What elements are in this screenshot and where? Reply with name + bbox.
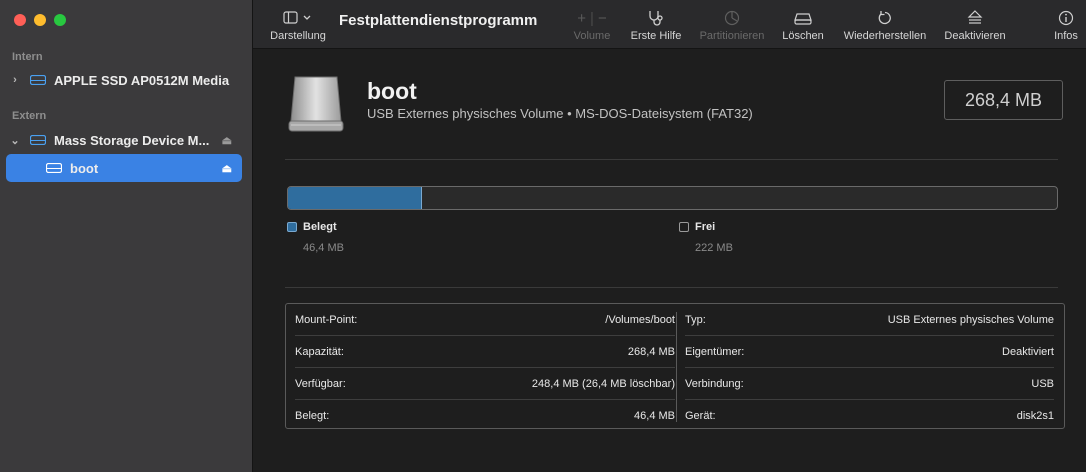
volume-drive-icon xyxy=(288,76,344,132)
toolbar: Darstellung Festplattendienstprogramm + |… xyxy=(253,0,1086,49)
erase-disk-icon xyxy=(794,13,812,25)
volume-description: USB Externes physisches Volume • MS-DOS-… xyxy=(367,106,753,121)
details-table: Mount-Point:/Volumes/boot Kapazität: 268,… xyxy=(285,303,1065,429)
details-left-column: Mount-Point:/Volumes/boot Kapazität: 268,… xyxy=(295,304,675,431)
sidebar-item-apple-ssd[interactable]: › APPLE SSD AP0512M Media xyxy=(6,66,242,94)
free-label: Frei xyxy=(695,221,716,233)
info-label: Infos xyxy=(1054,30,1078,42)
volume-icon xyxy=(46,163,62,173)
close-window-button[interactable] xyxy=(14,14,26,26)
sidebar: Intern › APPLE SSD AP0512M Media Extern … xyxy=(0,0,253,472)
used-label: Belegt xyxy=(303,221,337,233)
divider xyxy=(285,159,1058,160)
pie-chart-icon xyxy=(724,10,740,26)
first-aid-button[interactable]: Erste Hilfe xyxy=(627,0,685,48)
free-value: 222 MB xyxy=(695,242,733,254)
sidebar-section-external: Extern xyxy=(12,110,47,122)
volume-label: Volume xyxy=(573,30,611,42)
legend-free: Frei 222 MB xyxy=(679,221,733,254)
view-label: Darstellung xyxy=(270,30,326,42)
restore-button[interactable]: Wiederherstellen xyxy=(837,0,933,48)
main-panel: boot USB Externes physisches Volume • MS… xyxy=(253,49,1086,472)
detail-row-device: Gerät: disk2s1 xyxy=(685,409,1054,422)
partition-label: Partitionieren xyxy=(699,30,765,42)
legend-used: Belegt 46,4 MB xyxy=(287,221,344,254)
detail-row-available: Verfügbar: 248,4 MB (26,4 MB löschbar) xyxy=(295,368,675,400)
detail-row-capacity: Kapazität: 268,4 MB xyxy=(295,336,675,368)
detail-row-type: Typ: USB Externes physisches Volume xyxy=(685,304,1054,336)
chevron-right-icon[interactable]: › xyxy=(10,74,20,86)
eject-icon[interactable]: ⏏ xyxy=(222,134,232,147)
column-separator xyxy=(676,312,677,422)
stethoscope-icon xyxy=(649,11,663,26)
used-value: 46,4 MB xyxy=(303,242,344,254)
detail-row-used: Belegt: 46,4 MB xyxy=(295,409,675,422)
minus-icon: − xyxy=(597,9,607,27)
first-aid-label: Erste Hilfe xyxy=(630,30,682,42)
view-button[interactable]: Darstellung xyxy=(267,0,329,48)
restore-label: Wiederherstellen xyxy=(843,30,927,42)
app-title: Festplattendienstprogramm xyxy=(339,12,538,29)
partition-button[interactable]: Partitionieren xyxy=(695,0,769,48)
eject-icon[interactable]: ⏏ xyxy=(222,162,232,175)
usage-bar-used xyxy=(288,187,423,209)
zoom-window-button[interactable] xyxy=(54,14,66,26)
sidebar-item-label: boot xyxy=(70,160,99,176)
volume-size-box: 268,4 MB xyxy=(944,80,1063,120)
sidebar-item-mass-storage[interactable]: ⌄ Mass Storage Device M... ⏏ xyxy=(6,126,242,154)
erase-button[interactable]: Löschen xyxy=(779,0,827,48)
unmount-icon xyxy=(967,10,983,24)
divider xyxy=(285,287,1058,288)
sidebar-item-label: APPLE SSD AP0512M Media xyxy=(54,72,230,88)
sidebar-item-boot[interactable]: boot ⏏ xyxy=(6,154,242,182)
chevron-down-icon[interactable]: ⌄ xyxy=(10,134,20,147)
info-button[interactable]: Infos xyxy=(1049,0,1083,48)
used-swatch xyxy=(287,222,297,232)
plus-icon: + xyxy=(577,9,587,27)
window-controls xyxy=(14,14,66,26)
usage-bar xyxy=(287,186,1058,210)
detail-row-connection: Verbindung: USB xyxy=(685,368,1054,400)
internal-disk-icon xyxy=(30,75,46,85)
detail-row-mount-point: Mount-Point:/Volumes/boot xyxy=(295,304,675,336)
sidebar-toggle-icon xyxy=(283,11,311,24)
restore-icon xyxy=(878,11,891,25)
details-right-column: Typ: USB Externes physisches Volume Eigen… xyxy=(685,304,1054,431)
info-icon xyxy=(1058,10,1074,26)
free-swatch xyxy=(679,222,689,232)
unmount-label: Deaktivieren xyxy=(944,30,1006,42)
erase-label: Löschen xyxy=(782,30,824,42)
unmount-button[interactable]: Deaktivieren xyxy=(939,0,1011,48)
detail-row-owners: Eigentümer: Deaktiviert xyxy=(685,336,1054,368)
sidebar-section-internal: Intern xyxy=(12,51,43,63)
volume-button[interactable]: + | − Volume xyxy=(567,0,617,48)
minimize-window-button[interactable] xyxy=(34,14,46,26)
sidebar-item-label: Mass Storage Device M... xyxy=(54,132,210,148)
external-disk-icon xyxy=(30,135,46,145)
volume-name: boot xyxy=(367,78,417,104)
